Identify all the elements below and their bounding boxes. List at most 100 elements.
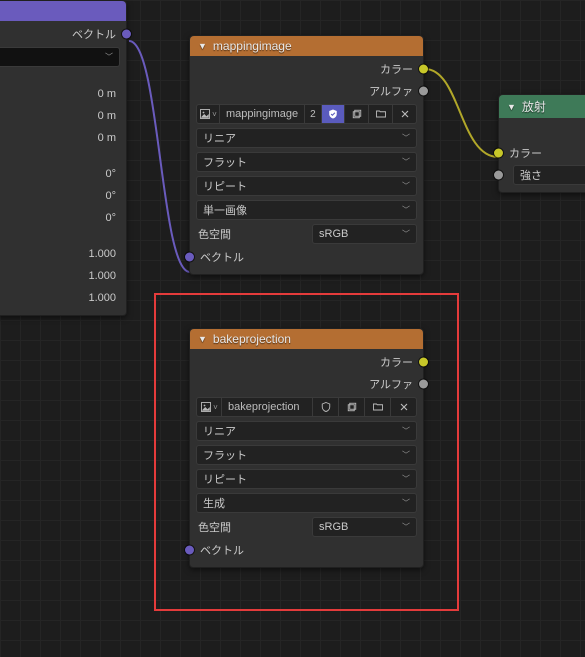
close-icon	[398, 401, 410, 413]
open-image-button[interactable]	[365, 397, 391, 417]
collapse-icon[interactable]: ▼	[198, 334, 207, 344]
value-field[interactable]: 0°	[105, 168, 116, 180]
socket-label: ベクトル	[200, 542, 244, 558]
image-texture-node-mappingimage[interactable]: ▼ mappingimage カラー アルファ ˅ mappingimage 2	[189, 35, 424, 275]
interpolation-dropdown[interactable]: リニア﹀	[196, 128, 417, 148]
input-color-socket[interactable]: カラー	[499, 142, 585, 164]
chevron-down-icon: ﹀	[402, 205, 410, 216]
shield-icon	[327, 108, 339, 120]
image-texture-node-bakeprojection[interactable]: ▼ bakeprojection カラー アルファ ˅ bakeprojecti…	[189, 328, 424, 568]
interpolation-dropdown[interactable]: リニア﹀	[196, 421, 417, 441]
node-header[interactable]	[0, 1, 126, 21]
dropdown[interactable]: ﹀	[0, 47, 120, 67]
close-icon	[399, 108, 411, 120]
new-image-button[interactable]	[339, 397, 365, 417]
image-icon	[200, 401, 212, 413]
strength-field[interactable]: 強さ	[513, 165, 585, 185]
unlink-image-button[interactable]	[391, 397, 417, 417]
colorspace-label: 色空間	[196, 519, 256, 535]
socket-label: カラー	[380, 354, 413, 370]
source-dropdown[interactable]: 単一画像﹀	[196, 200, 417, 220]
shield-icon	[320, 401, 332, 413]
fake-user-button[interactable]	[322, 104, 346, 124]
output-alpha-socket[interactable]: アルファ	[190, 80, 423, 102]
new-image-button[interactable]	[345, 104, 369, 124]
chevron-down-icon: ﹀	[402, 426, 410, 437]
image-name-field[interactable]: bakeprojection	[222, 397, 313, 417]
socket-dot[interactable]	[494, 171, 503, 180]
socket-label: ベクトル	[72, 26, 116, 42]
user-count[interactable]: 2	[305, 104, 322, 124]
socket-dot[interactable]	[494, 149, 503, 158]
chevron-down-icon: ﹀	[402, 133, 410, 144]
image-datablock-row: ˅ mappingimage 2	[190, 102, 423, 126]
chevron-down-icon: ﹀	[402, 229, 410, 240]
socket-label: アルファ	[369, 376, 413, 392]
unlink-image-button[interactable]	[393, 104, 417, 124]
node-header[interactable]: ▼ 放射	[499, 95, 585, 118]
node-title: bakeprojection	[213, 332, 291, 346]
socket-dot[interactable]	[419, 65, 428, 74]
input-vector-socket[interactable]: ベクトル	[190, 539, 423, 561]
source-dropdown[interactable]: 生成﹀	[196, 493, 417, 513]
value-field[interactable]: 1.000	[88, 292, 116, 304]
fake-user-button[interactable]	[313, 397, 339, 417]
colorspace-dropdown[interactable]: sRGB﹀	[312, 517, 417, 537]
chevron-down-icon: ˅	[213, 403, 218, 412]
socket-dot[interactable]	[419, 380, 428, 389]
colorspace-dropdown[interactable]: sRGB﹀	[312, 224, 417, 244]
extension-dropdown[interactable]: リピート﹀	[196, 176, 417, 196]
duplicate-icon	[346, 401, 358, 413]
output-color-socket[interactable]: カラー	[190, 58, 423, 80]
extension-dropdown[interactable]: リピート﹀	[196, 469, 417, 489]
chevron-down-icon: ˅	[212, 110, 217, 119]
value-field[interactable]: 0 m	[98, 132, 116, 144]
image-browse-button[interactable]: ˅	[196, 397, 222, 417]
socket-label: アルファ	[369, 83, 413, 99]
chevron-down-icon: ﹀	[402, 181, 410, 192]
output-color-socket[interactable]: カラー	[190, 351, 423, 373]
collapse-icon[interactable]: ▼	[198, 41, 207, 51]
output-vector-socket[interactable]: ベクトル	[0, 23, 126, 45]
projection-dropdown[interactable]: フラット﹀	[196, 445, 417, 465]
value-field[interactable]: 0 m	[98, 88, 116, 100]
socket-dot[interactable]	[185, 253, 194, 262]
image-datablock-row: ˅ bakeprojection	[190, 395, 423, 419]
socket-label: カラー	[380, 61, 413, 77]
open-image-button[interactable]	[369, 104, 393, 124]
socket-label: ベクトル	[200, 249, 244, 265]
input-strength-socket[interactable]: 強さ	[499, 164, 585, 186]
emission-node[interactable]: ▼ 放射 カラー 強さ	[498, 94, 585, 193]
socket-dot[interactable]	[419, 87, 428, 96]
projection-dropdown[interactable]: フラット﹀	[196, 152, 417, 172]
socket-dot[interactable]	[122, 30, 131, 39]
folder-icon	[372, 401, 384, 413]
mapping-node[interactable]: ベクトル ﹀ 0 m 0 m 0 m 0° 0° 0° 1.000 1.000 …	[0, 0, 127, 316]
chevron-down-icon: ﹀	[402, 522, 410, 533]
collapse-icon[interactable]: ▼	[507, 102, 516, 112]
node-header[interactable]: ▼ bakeprojection	[190, 329, 423, 349]
chevron-down-icon: ﹀	[402, 498, 410, 509]
input-vector-socket[interactable]: ベクトル	[190, 246, 423, 268]
colorspace-label: 色空間	[196, 226, 256, 242]
chevron-down-icon: ﹀	[402, 474, 410, 485]
node-header[interactable]: ▼ mappingimage	[190, 36, 423, 56]
chevron-down-icon: ﹀	[402, 450, 410, 461]
socket-dot[interactable]	[185, 546, 194, 555]
value-field[interactable]: 0 m	[98, 110, 116, 122]
value-field[interactable]: 0°	[105, 212, 116, 224]
folder-icon	[375, 108, 387, 120]
image-name-field[interactable]: mappingimage	[220, 104, 305, 124]
image-browse-button[interactable]: ˅	[196, 104, 220, 124]
value-field[interactable]: 1.000	[88, 248, 116, 260]
node-title: mappingimage	[213, 39, 292, 53]
value-field[interactable]: 1.000	[88, 270, 116, 282]
value-field[interactable]: 0°	[105, 190, 116, 202]
chevron-down-icon: ﹀	[402, 157, 410, 168]
socket-dot[interactable]	[419, 358, 428, 367]
socket-label: カラー	[509, 145, 542, 161]
output-alpha-socket[interactable]: アルファ	[190, 373, 423, 395]
chevron-down-icon: ﹀	[105, 52, 113, 63]
node-title: 放射	[522, 98, 546, 115]
output-emission-socket[interactable]	[499, 120, 585, 142]
